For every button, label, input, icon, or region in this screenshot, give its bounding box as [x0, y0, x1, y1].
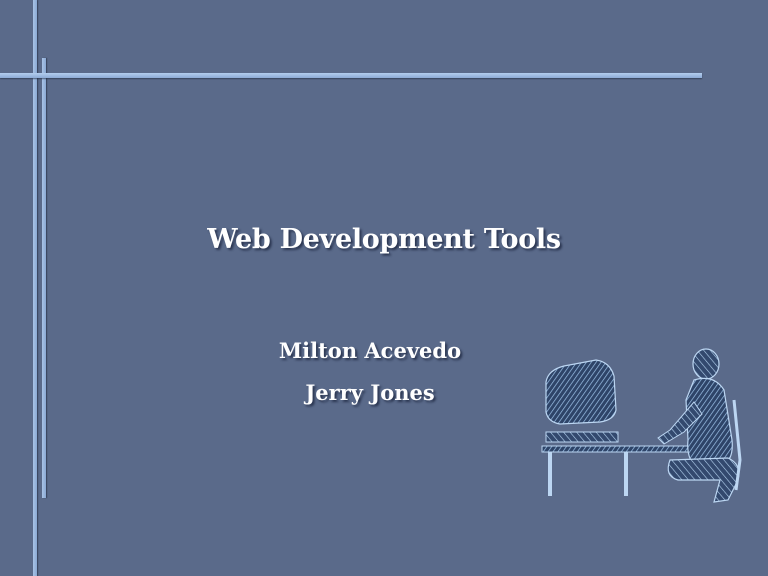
frame-vertical-line-inner — [42, 58, 46, 498]
person-at-computer-icon — [541, 348, 742, 503]
frame-vertical-line — [33, 0, 37, 576]
slide-title: Web Development Tools — [207, 224, 561, 255]
slide: Web Development Tools Milton Acevedo Jer… — [0, 0, 768, 576]
frame-horizontal-line — [0, 73, 702, 78]
